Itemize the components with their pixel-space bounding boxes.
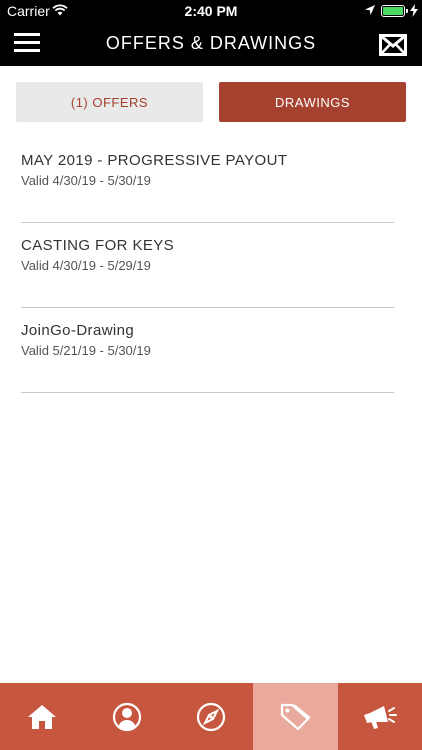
tab-drawings[interactable]: DRAWINGS [219, 82, 406, 122]
drawing-title: JoinGo-Drawing [21, 322, 135, 339]
megaphone-icon [363, 705, 397, 729]
battery-tip [406, 9, 408, 13]
drawing-title: CASTING FOR KEYS [21, 237, 175, 254]
tab-offers-label: (1) OFFERS [70, 94, 149, 110]
drawing-valid-dates: Valid 4/30/19 - 5/30/19 [21, 173, 151, 188]
home-icon [28, 704, 57, 729]
drawing-valid-dates: Valid 5/21/19 - 5/30/19 [21, 343, 151, 358]
status-bar: Carrier 2:40 PM [0, 0, 422, 22]
nav-bar: OFFERS & DRAWINGS [0, 22, 422, 66]
location-arrow-icon [365, 5, 375, 15]
offers-tag-icon [281, 703, 311, 730]
drawings-list: MAY 2019 - PROGRESSIVE PAYOUT Valid 4/30… [21, 138, 394, 393]
battery-icon [381, 5, 405, 17]
list-item[interactable]: MAY 2019 - PROGRESSIVE PAYOUT Valid 4/30… [21, 138, 394, 223]
envelope-icon[interactable] [379, 34, 407, 56]
charging-bolt-icon [410, 4, 418, 17]
tab-drawings-label: DRAWINGS [274, 94, 351, 110]
clock: 2:40 PM [184, 3, 238, 19]
list-item[interactable]: CASTING FOR KEYS Valid 4/30/19 - 5/29/19 [21, 223, 394, 308]
hamburger-menu-icon[interactable] [14, 31, 42, 55]
screen: Carrier 2:40 PM OFFERS & DRAWINGS (1) OF… [0, 0, 422, 750]
tab-profile[interactable] [84, 683, 168, 750]
drawing-valid-dates: Valid 4/30/19 - 5/29/19 [21, 258, 151, 273]
bottom-tab-bar [0, 683, 422, 750]
tab-home[interactable] [0, 683, 84, 750]
tab-offers[interactable]: (1) OFFERS [16, 82, 203, 122]
compass-icon [196, 702, 226, 731]
tab-offers-drawings[interactable] [253, 683, 338, 750]
tab-explore[interactable] [169, 683, 253, 750]
page-title: OFFERS & DRAWINGS [105, 33, 317, 53]
profile-icon [112, 702, 141, 731]
drawing-title: MAY 2019 - PROGRESSIVE PAYOUT [21, 152, 288, 169]
tab-announcements[interactable] [338, 683, 422, 750]
list-item[interactable]: JoinGo-Drawing Valid 5/21/19 - 5/30/19 [21, 308, 394, 393]
